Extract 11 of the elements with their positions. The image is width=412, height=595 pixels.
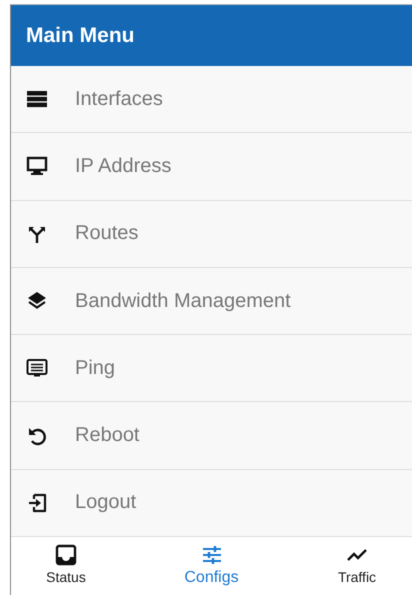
menu-item[interactable]: Bandwidth Management [11,268,412,336]
nav-tab[interactable]: Traffic [302,543,412,595]
tray-icon [54,543,78,568]
menu-item[interactable]: IP Address [11,133,412,201]
menu-item[interactable]: Reboot [11,402,412,470]
header-title: Main Menu [26,24,134,48]
nav-tab[interactable]: Configs [156,543,266,595]
nav-tab[interactable]: Status [11,543,121,595]
menu-item[interactable]: Ping [11,335,412,402]
menu-item[interactable]: Interfaces [11,66,412,134]
menu-item[interactable]: Routes [11,200,412,268]
